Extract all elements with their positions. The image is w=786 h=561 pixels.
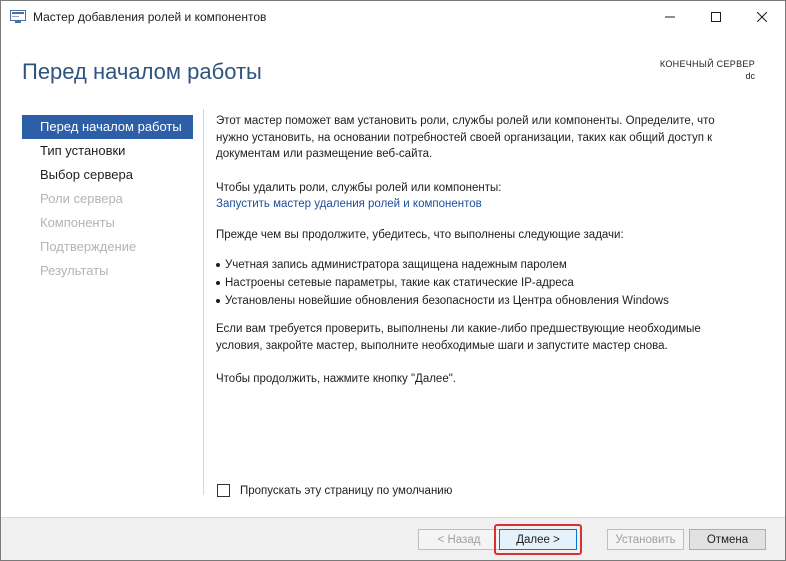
page-title: Перед началом работы — [22, 59, 262, 84]
footer-bar: < Назад Далее > Установить Отмена — [1, 517, 785, 560]
wizard-window: Мастер добавления ролей и компонентов Пе… — [0, 0, 786, 561]
prerequisites-list: Учетная запись администратора защищена н… — [216, 256, 746, 310]
skip-page-label: Пропускать эту страницу по умолчанию — [240, 484, 453, 497]
nav-item-before-you-begin[interactable]: Перед началом работы — [22, 115, 193, 139]
install-button[interactable]: Установить — [607, 529, 684, 550]
nav-item-server-roles: Роли сервера — [40, 191, 123, 206]
wizard-steps-nav: Перед началом работы Тип установки Выбор… — [22, 115, 193, 283]
list-item: Установлены новейшие обновления безопасн… — [216, 292, 746, 310]
close-icon — [757, 12, 767, 22]
prereq-text: Если вам требуется проверить, выполнены … — [216, 323, 701, 352]
next-button[interactable]: Далее > — [499, 529, 577, 550]
remove-text: Чтобы удалить роли, службы ролей или ком… — [216, 181, 502, 194]
before-text: Прежде чем вы продолжите, убедитесь, что… — [216, 228, 624, 241]
destination-server: КОНЕЧНЫЙ СЕРВЕР dc — [660, 58, 755, 82]
list-item: Учетная запись администратора защищена н… — [216, 256, 746, 274]
list-item: Настроены сетевые параметры, такие как с… — [216, 274, 746, 292]
nav-item-server-selection[interactable]: Выбор сервера — [22, 163, 193, 187]
title-bar[interactable]: Мастер добавления ролей и компонентов — [1, 1, 785, 33]
continue-text: Чтобы продолжить, нажмите кнопку "Далее"… — [216, 373, 456, 385]
close-button[interactable] — [739, 1, 785, 33]
nav-item-confirmation: Подтверждение — [40, 239, 137, 254]
intro-text: Этот мастер поможет вам установить роли,… — [216, 115, 715, 160]
cancel-button[interactable]: Отмена — [689, 529, 766, 550]
window-title: Мастер добавления ролей и компонентов — [33, 10, 267, 24]
skip-page-checkbox[interactable]: Пропускать эту страницу по умолчанию — [217, 484, 452, 497]
minimize-icon — [665, 16, 675, 18]
destination-server-label: КОНЕЧНЫЙ СЕРВЕР — [659, 59, 755, 69]
minimize-button[interactable] — [647, 1, 693, 33]
maximize-button[interactable] — [693, 1, 739, 33]
back-button[interactable]: < Назад — [418, 529, 500, 550]
nav-item-features: Компоненты — [40, 215, 115, 230]
remove-wizard-link[interactable]: Запустить мастер удаления ролей и компон… — [216, 198, 482, 210]
checkbox-box[interactable] — [217, 484, 230, 497]
content-panel: Этот мастер поможет вам установить роли,… — [216, 113, 746, 388]
nav-item-results: Результаты — [40, 263, 109, 278]
nav-divider — [203, 109, 204, 495]
nav-item-installation-type[interactable]: Тип установки — [22, 139, 193, 163]
maximize-icon — [711, 12, 721, 22]
destination-server-name: dc — [745, 71, 755, 81]
server-manager-icon — [10, 10, 26, 23]
